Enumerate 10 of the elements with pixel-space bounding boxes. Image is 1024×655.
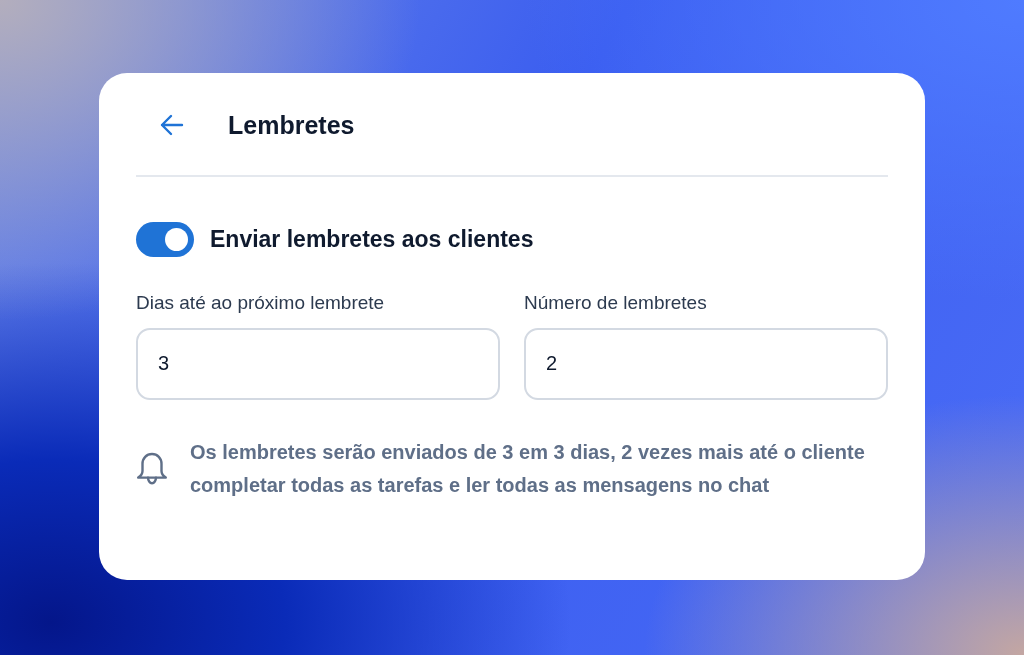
toggle-switch[interactable] <box>136 222 194 257</box>
input-field[interactable]: 3 <box>136 327 500 400</box>
page-title: Lembretes <box>228 110 355 140</box>
input-field[interactable]: 2 <box>524 327 888 400</box>
toggle-label: Enviar lembretes aos clientes <box>210 225 534 255</box>
field-label: Dias até ao próximo lembrete <box>136 291 385 315</box>
field-label: Número de lembretes <box>524 291 707 315</box>
reminder-info-text: Os lembretes serão enviados de 3 em 3 dias, 2 vezes mais até o cliente completar todas as tarefas e ler todas as mensagens no chat <box>190 439 866 498</box>
bell-icon <box>136 451 168 486</box>
back-arrow-icon <box>160 114 184 136</box>
